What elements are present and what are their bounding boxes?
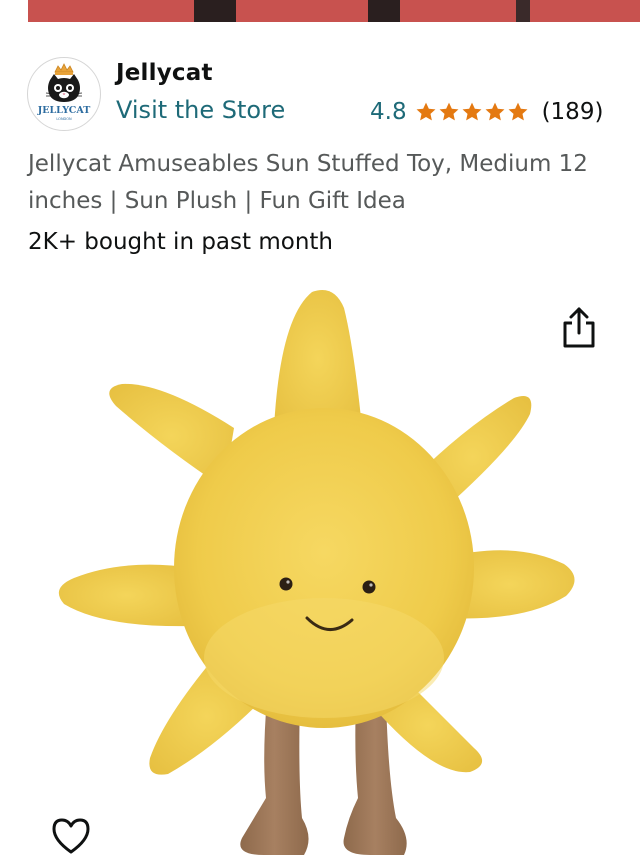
product-page: JELLYCAT LONDON Jellycat Visit the Store… bbox=[0, 0, 640, 855]
rating-count: (189) bbox=[541, 99, 604, 125]
star-rating bbox=[415, 101, 530, 123]
bought-in-past-month: 2K+ bought in past month bbox=[28, 229, 333, 255]
visit-store-link[interactable]: Visit the Store bbox=[116, 96, 285, 124]
svg-text:JELLYCAT: JELLYCAT bbox=[37, 105, 91, 116]
star-icon bbox=[485, 102, 505, 121]
star-icon bbox=[462, 102, 482, 121]
svg-text:LONDON: LONDON bbox=[56, 117, 72, 121]
star-icon bbox=[508, 102, 528, 121]
brand-name[interactable]: Jellycat bbox=[116, 60, 213, 86]
heart-icon[interactable] bbox=[50, 817, 92, 855]
share-icon[interactable] bbox=[561, 306, 597, 350]
jellycat-cat-logo-icon: JELLYCAT LONDON bbox=[37, 63, 91, 121]
rating-value: 4.8 bbox=[370, 99, 407, 125]
star-icon bbox=[416, 102, 436, 121]
brand-logo[interactable]: JELLYCAT LONDON bbox=[27, 57, 101, 131]
sun-plush-image[interactable] bbox=[44, 278, 604, 855]
star-icon bbox=[439, 102, 459, 121]
rating-summary[interactable]: 4.8 (189) bbox=[370, 96, 603, 128]
product-title: Jellycat Amuseables Sun Stuffed Toy, Med… bbox=[28, 151, 588, 214]
top-banner-image bbox=[28, 0, 640, 22]
